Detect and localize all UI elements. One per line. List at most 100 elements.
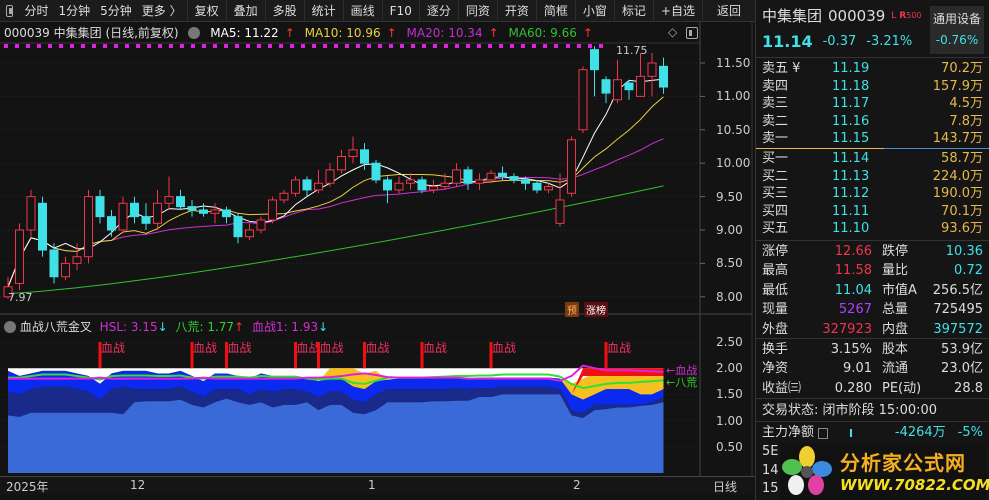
stat-row: 换手 3.15% 股本 53.9亿 (762, 341, 983, 359)
stat-label: 内盘 (882, 321, 909, 337)
level-volume: 4.5万 (949, 96, 983, 112)
price-axis-label: 8.00 (716, 289, 743, 304)
stat-row: 最高 11.58 量比 0.72 (762, 262, 983, 280)
level-price: 11.10 (832, 221, 870, 237)
candle-body (429, 186, 438, 191)
tag-yu[interactable]: 预 (565, 302, 579, 317)
candle-body (360, 149, 369, 164)
candle-body (417, 179, 427, 191)
order-book-row: 买五 11.10 93.6万 (762, 220, 983, 238)
stat-value: 3.15% (830, 342, 872, 357)
stat-row: 最低 11.04 市值A 256.5亿 (762, 282, 983, 300)
indicator-axis-label: 1.50 (716, 387, 743, 402)
candle-body (567, 139, 576, 194)
level-label: 买五 (762, 221, 789, 237)
candle-body (406, 179, 415, 184)
level-volume: 190.0万 (932, 186, 983, 202)
xuezhan-signal-label: 血战 (101, 341, 125, 355)
stat-value: 53.9亿 (941, 342, 983, 357)
stock-name: 中集集团 (762, 7, 823, 25)
candle-body (544, 186, 553, 191)
candle-body (222, 209, 231, 218)
stat-value: 0.280 (834, 380, 872, 396)
level-price: 11.14 (832, 151, 870, 166)
stat-value: 725495 (933, 302, 983, 318)
stat-value: 256.5亿 (932, 282, 983, 298)
candle-body (153, 202, 162, 224)
candle-body (636, 75, 645, 97)
candle-body (314, 182, 323, 191)
stat-label: 市值A (882, 282, 917, 298)
candle-body (199, 209, 208, 214)
badge-l: L (891, 11, 897, 21)
price-axis-label: 9.00 (716, 223, 743, 237)
tag-zhangbang[interactable]: 涨榜 (584, 302, 608, 317)
indicator-axis-label: 1.00 (716, 413, 743, 428)
level-price: 11.17 (832, 96, 870, 112)
xuezhan-signal-label: 血战 (320, 341, 344, 355)
trade-status: 交易状态: 闭市阶段 15:00:00 (762, 403, 938, 418)
partial-row: 5E (762, 444, 779, 459)
candle-body (49, 249, 59, 278)
candle-body (72, 256, 82, 264)
order-book-row: 卖三 11.17 4.5万 (762, 95, 983, 113)
watermark-logo: 分析家公式网 WWW.70822.COM (780, 443, 989, 500)
period-label[interactable]: 日线 (713, 478, 737, 495)
low-annotation: 7.97 (8, 291, 33, 304)
candle-body (268, 199, 277, 221)
candle-body (15, 229, 24, 284)
stat-row: 外盘 327923 内盘 397572 (762, 321, 983, 339)
date-label: 12 (130, 478, 146, 492)
xuezhan-signal-label: 血战 (297, 341, 321, 355)
candle-body (440, 182, 450, 188)
candle-body (486, 172, 496, 181)
level-volume: 7.8万 (949, 113, 983, 129)
collapse-icon[interactable] (4, 321, 16, 333)
price-axis-label: 11.00 (716, 89, 751, 104)
candle-body (118, 202, 128, 231)
level-price: 11.13 (832, 168, 870, 184)
xuezhan-signal-label: 血战 (366, 341, 390, 355)
level-volume: 157.9万 (932, 78, 983, 94)
candle-body (95, 196, 105, 218)
sector-name: 通用设备 (932, 12, 981, 26)
stat-value: 327923 (822, 321, 872, 337)
order-book-row: 买二 11.13 224.0万 (762, 168, 983, 186)
indicator-axis-label: 2.00 (716, 361, 743, 376)
list-icon[interactable] (818, 428, 829, 439)
flow-bar (850, 429, 853, 437)
candle-body (107, 216, 116, 231)
indicator-axis-label: 2.50 (716, 335, 743, 349)
candle-body (555, 199, 565, 224)
level-price: 11.18 (832, 78, 870, 94)
date-axis: 2025年 12 1 2 日线 (0, 476, 755, 494)
candle-body (613, 79, 622, 101)
stat-value: 11.04 (834, 282, 872, 298)
stat-value: 23.0亿 (941, 361, 983, 377)
candle-body (302, 179, 312, 191)
bahuang-label: 八荒: 1.77 (175, 320, 235, 334)
level-label: 卖二 (762, 113, 789, 129)
hsl-label: HSL: 3.15 (99, 320, 158, 334)
stat-value: 5267 (838, 302, 872, 318)
candle-body (164, 196, 174, 204)
right-label-bahuang: ←八荒 (666, 376, 698, 389)
stat-label: 净资 (762, 361, 789, 377)
candle-body (38, 202, 47, 251)
stat-row: 净资 9.01 流通 23.0亿 (762, 360, 983, 378)
candle-body (590, 49, 599, 71)
stat-label: PE(动) (882, 380, 922, 396)
candle-body (233, 216, 243, 238)
date-label: 2025年 (6, 480, 49, 494)
candle-body (187, 206, 197, 211)
stat-label: 股本 (882, 342, 909, 357)
candle-body (509, 176, 519, 181)
candle-body (498, 172, 507, 178)
level-price: 11.19 (832, 61, 870, 76)
flower-logo-icon (782, 446, 832, 495)
price-change: -0.37 (822, 34, 857, 49)
stock-code: 000039 (828, 7, 886, 25)
candle-body (394, 182, 404, 191)
date-label: 2 (573, 478, 581, 492)
kline-chart[interactable]: 血战 血战 血战 血战血战 血战 血战 血战 血战 (0, 0, 755, 500)
